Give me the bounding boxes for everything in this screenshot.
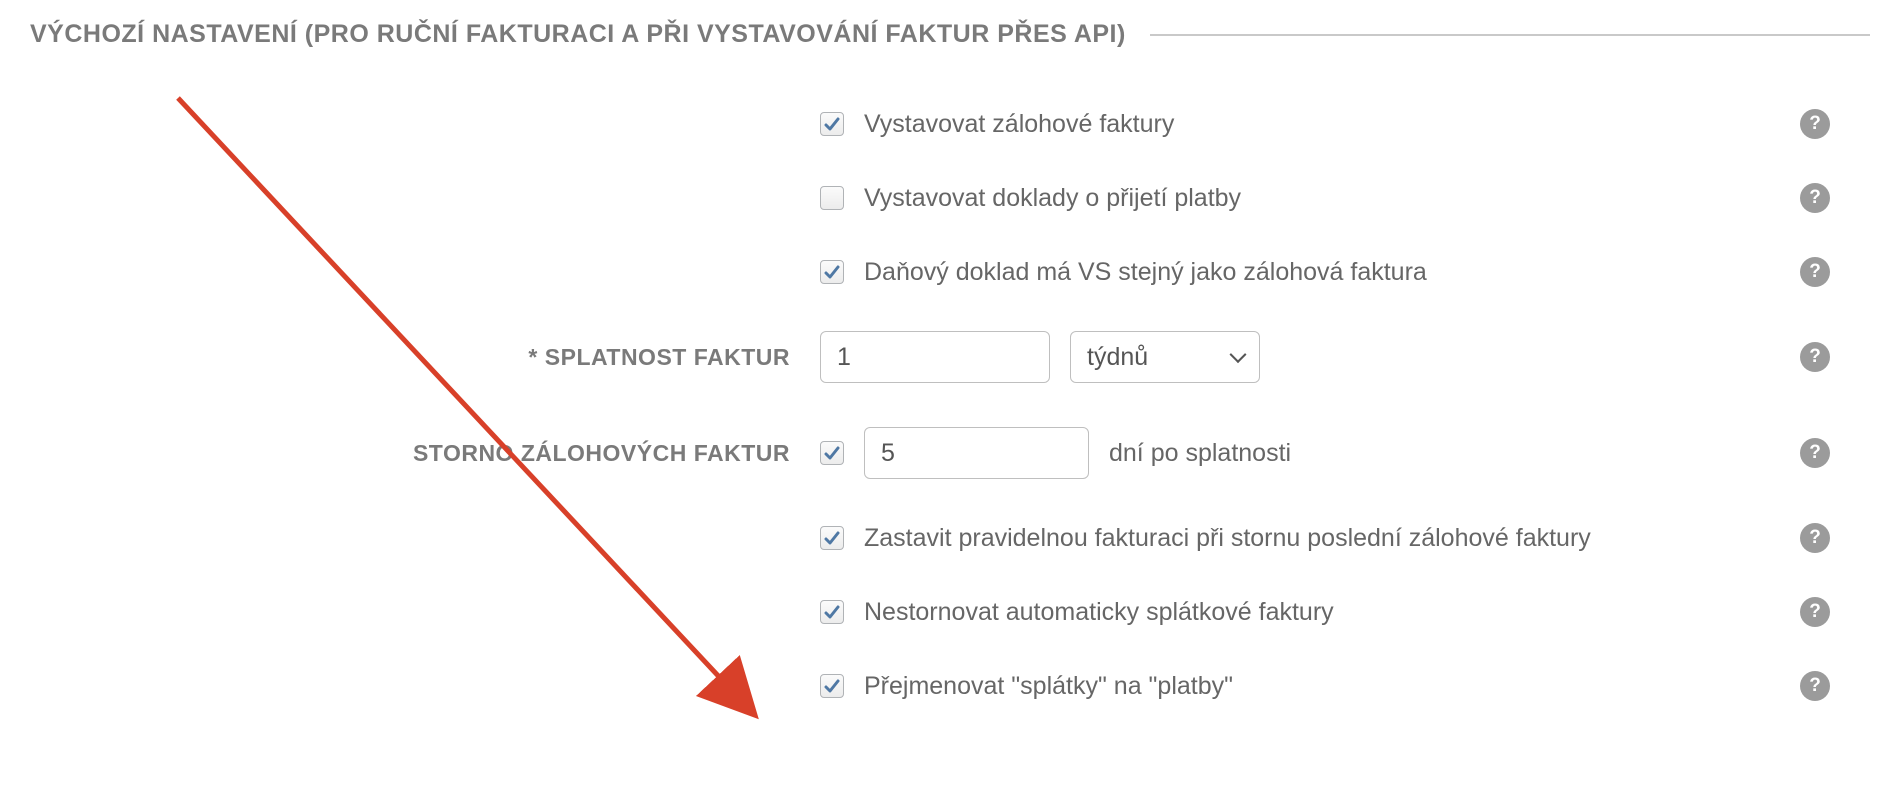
row-due: * SPLATNOST FAKTUR týdnů ?	[30, 331, 1870, 383]
checkbox-nostorno[interactable]	[820, 600, 844, 624]
row-receipts: Vystavovat doklady o přijetí platby ?	[30, 183, 1870, 213]
controls-rename: Přejmenovat "splátky" na "platby"	[820, 672, 1800, 701]
row-proforma: Vystavovat zálohové faktury ?	[30, 109, 1870, 139]
help-icon[interactable]: ?	[1800, 671, 1830, 701]
checkbox-proforma[interactable]	[820, 112, 844, 136]
help-icon[interactable]: ?	[1800, 257, 1830, 287]
controls-storno: dní po splatnosti	[820, 427, 1800, 479]
checkbox-rename[interactable]	[820, 674, 844, 698]
input-due-value[interactable]	[820, 331, 1050, 383]
help-icon[interactable]: ?	[1800, 183, 1830, 213]
checkbox-storno[interactable]	[820, 441, 844, 465]
label-rename: Přejmenovat "splátky" na "platby"	[864, 672, 1233, 701]
label-due: * SPLATNOST FAKTUR	[30, 344, 820, 371]
controls-vs-same: Daňový doklad má VS stejný jako zálohová…	[820, 258, 1800, 287]
label-storno-suffix: dní po splatnosti	[1109, 439, 1291, 468]
controls-receipts: Vystavovat doklady o přijetí platby	[820, 184, 1800, 213]
section-title: VÝCHOZÍ NASTAVENÍ (PRO RUČNÍ FAKTURACI A…	[30, 20, 1126, 49]
settings-form: Vystavovat zálohové faktury ? Vystavovat…	[30, 109, 1870, 701]
section-header: VÝCHOZÍ NASTAVENÍ (PRO RUČNÍ FAKTURACI A…	[30, 20, 1870, 49]
controls-due: týdnů	[820, 331, 1800, 383]
controls-nostorno: Nestornovat automaticky splátkové faktur…	[820, 598, 1800, 627]
controls-stop: Zastavit pravidelnou fakturaci při storn…	[820, 524, 1800, 553]
section-rule	[1150, 34, 1870, 36]
select-wrap-due-unit: týdnů	[1070, 331, 1260, 383]
help-icon[interactable]: ?	[1800, 523, 1830, 553]
label-proforma: Vystavovat zálohové faktury	[864, 110, 1174, 139]
checkbox-vs-same[interactable]	[820, 260, 844, 284]
label-receipts: Vystavovat doklady o přijetí platby	[864, 184, 1241, 213]
row-rename: Přejmenovat "splátky" na "platby" ?	[30, 671, 1870, 701]
row-stop: Zastavit pravidelnou fakturaci při storn…	[30, 523, 1870, 553]
checkbox-stop[interactable]	[820, 526, 844, 550]
label-storno: STORNO ZÁLOHOVÝCH FAKTUR	[30, 440, 820, 467]
label-vs-same: Daňový doklad má VS stejný jako zálohová…	[864, 258, 1427, 287]
help-icon[interactable]: ?	[1800, 438, 1830, 468]
row-nostorno: Nestornovat automaticky splátkové faktur…	[30, 597, 1870, 627]
help-icon[interactable]: ?	[1800, 342, 1830, 372]
select-due-unit[interactable]: týdnů	[1070, 331, 1260, 383]
controls-proforma: Vystavovat zálohové faktury	[820, 110, 1800, 139]
label-nostorno: Nestornovat automaticky splátkové faktur…	[864, 598, 1334, 627]
row-storno: STORNO ZÁLOHOVÝCH FAKTUR dní po splatnos…	[30, 427, 1870, 479]
label-stop: Zastavit pravidelnou fakturaci při storn…	[864, 524, 1591, 553]
settings-section: VÝCHOZÍ NASTAVENÍ (PRO RUČNÍ FAKTURACI A…	[0, 0, 1900, 701]
checkbox-receipts[interactable]	[820, 186, 844, 210]
row-vs-same: Daňový doklad má VS stejný jako zálohová…	[30, 257, 1870, 287]
help-icon[interactable]: ?	[1800, 597, 1830, 627]
input-storno-days[interactable]	[864, 427, 1089, 479]
help-icon[interactable]: ?	[1800, 109, 1830, 139]
